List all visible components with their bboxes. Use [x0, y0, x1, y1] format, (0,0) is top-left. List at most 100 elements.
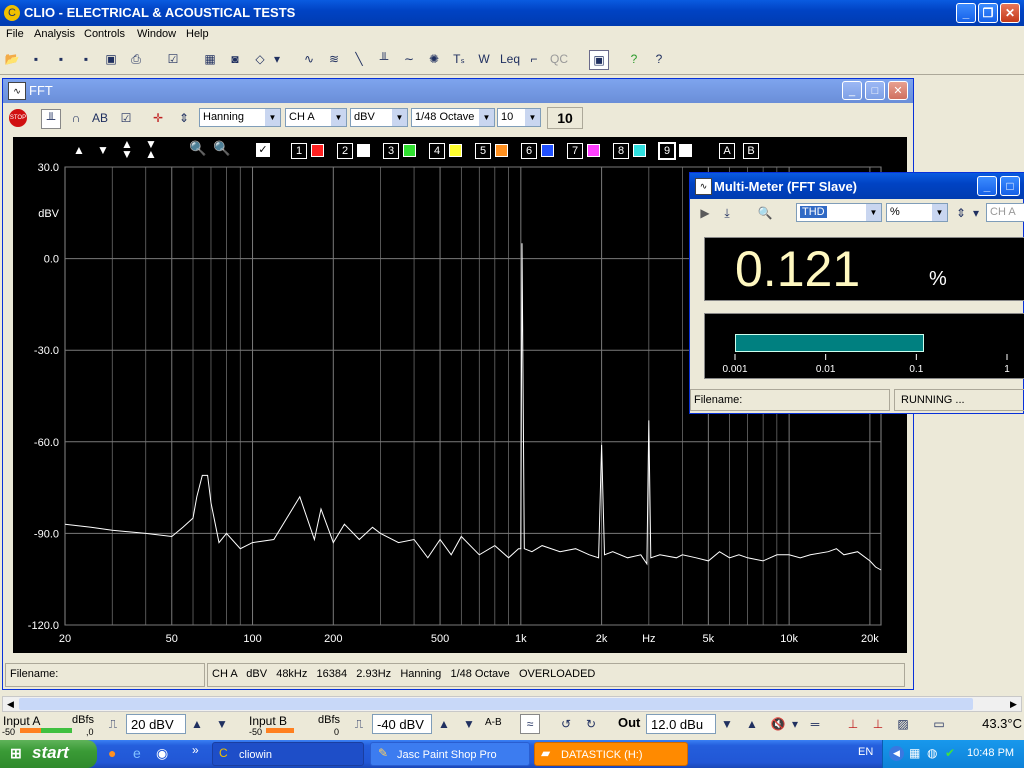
scroll-left-icon[interactable]: ◀: [3, 697, 18, 711]
menu-window[interactable]: Window: [137, 28, 176, 40]
copy-icon[interactable]: ▣: [102, 50, 120, 68]
ab-icon[interactable]: AB: [91, 109, 109, 127]
print-icon[interactable]: ⎙: [127, 50, 145, 68]
input-b-down-icon[interactable]: ▼: [460, 715, 478, 733]
image-icon[interactable]: ▨: [894, 715, 912, 733]
save-icon[interactable]: ▪: [27, 50, 45, 68]
a-minus-b-button[interactable]: A-B: [485, 717, 502, 728]
task-cliowin[interactable]: cliowin: [212, 742, 364, 766]
settings-check-icon[interactable]: ☑: [164, 50, 182, 68]
fft-icon[interactable]: ╨: [375, 50, 393, 68]
fft-filename-field: Filename:: [5, 663, 205, 687]
waveform-icon[interactable]: ∼: [400, 50, 418, 68]
input-a-up-icon[interactable]: ▲: [188, 715, 206, 733]
mute-icon[interactable]: 🔇: [769, 715, 787, 733]
generator-waveform-icon[interactable]: ≈: [520, 714, 540, 734]
ie-icon[interactable]: e: [133, 745, 141, 761]
start-button[interactable]: ⊞ start: [0, 740, 97, 768]
sinusoidal-icon[interactable]: ≋: [325, 50, 343, 68]
task-paintshop[interactable]: Jasc Paint Shop Pro: [370, 742, 530, 766]
measure-unit-select[interactable]: % ▼: [886, 203, 948, 222]
input-a-pulse-icon[interactable]: ⎍: [104, 715, 122, 733]
dropdown-arrow-icon[interactable]: ▾: [272, 50, 282, 68]
unit-select[interactable]: dBV ▼: [350, 108, 408, 127]
menu-analysis[interactable]: Analysis: [34, 28, 75, 40]
multimeter-maximize-button[interactable]: □: [1000, 176, 1020, 196]
security-icon[interactable]: ✔: [945, 746, 955, 760]
camera-icon[interactable]: ◙: [226, 50, 244, 68]
sweep-icon[interactable]: ╲: [350, 50, 368, 68]
window-function-select[interactable]: Hanning ▼: [199, 108, 281, 127]
phantom-icon[interactable]: ⊥: [844, 715, 862, 733]
channel-select[interactable]: CH A ▼: [285, 108, 347, 127]
eraser-icon[interactable]: ◇: [251, 50, 269, 68]
fft-bars-icon[interactable]: ╨: [41, 109, 61, 129]
save-as-icon[interactable]: ▪: [52, 50, 70, 68]
open-icon[interactable]: 📂: [3, 50, 21, 68]
film-icon[interactable]: ▦: [201, 50, 219, 68]
mls-icon[interactable]: ∿: [300, 50, 318, 68]
directivity-icon[interactable]: ✺: [425, 50, 443, 68]
averages-select[interactable]: 10 ▼: [497, 108, 541, 127]
fft-curve-icon[interactable]: ∩: [67, 109, 85, 127]
multimeter-icon[interactable]: ▣: [589, 50, 609, 70]
resolution-select[interactable]: 1/48 Octave ▼: [411, 108, 495, 127]
loop-left-icon[interactable]: ↺: [557, 715, 575, 733]
loop-right-icon[interactable]: ↻: [582, 715, 600, 733]
phantom-b-icon[interactable]: ⊥: [869, 715, 887, 733]
output-up-icon[interactable]: ▲: [743, 715, 761, 733]
media-icon[interactable]: ◉: [156, 745, 168, 762]
ts-icon[interactable]: Tₛ: [450, 50, 468, 68]
close-button[interactable]: ✕: [1000, 3, 1020, 23]
menu-file[interactable]: File: [6, 28, 24, 40]
battery-icon[interactable]: ▭: [930, 715, 948, 733]
multimeter-scale-label: 0.1: [909, 364, 923, 375]
multimeter-zoom-icon[interactable]: 🔍: [756, 204, 774, 222]
qc-icon[interactable]: QC: [550, 50, 568, 68]
balanced-icon[interactable]: ═: [806, 715, 824, 733]
export-icon[interactable]: ▪: [77, 50, 95, 68]
input-a-range-field[interactable]: 20 dBV: [126, 714, 186, 734]
firefox-icon[interactable]: ●: [108, 745, 116, 761]
language-indicator[interactable]: EN: [858, 746, 873, 758]
fft-settings-icon[interactable]: ☑: [117, 109, 135, 127]
output-level-field[interactable]: 12.0 dBu: [646, 714, 716, 734]
range-icon[interactable]: ⇕: [952, 204, 970, 222]
multimeter-channel-select[interactable]: CH A: [986, 203, 1024, 222]
input-a-down-icon[interactable]: ▼: [213, 715, 231, 733]
capture-icon[interactable]: ⤓: [718, 204, 736, 222]
input-b-range-field[interactable]: -40 dBV: [372, 714, 432, 734]
network-icon[interactable]: ▦: [909, 746, 920, 760]
task-datastick[interactable]: DATASTICK (H:): [534, 742, 688, 766]
fft-close-button[interactable]: ✕: [888, 81, 908, 100]
scroll-right-icon[interactable]: ▶: [1006, 697, 1021, 711]
fft-maximize-button[interactable]: □: [865, 81, 885, 100]
context-help-icon[interactable]: ?: [650, 50, 668, 68]
input-b-up-icon[interactable]: ▲: [435, 715, 453, 733]
menu-help[interactable]: Help: [186, 28, 209, 40]
scrollbar-thumb[interactable]: [19, 698, 973, 710]
range-dropdown-icon[interactable]: ▾: [971, 204, 981, 222]
tray-back-icon[interactable]: ◀: [889, 746, 904, 761]
step-icon[interactable]: ⌐: [525, 50, 543, 68]
multimeter-minimize-button[interactable]: _: [977, 176, 997, 196]
mute-dropdown-icon[interactable]: ▾: [790, 715, 800, 733]
leq-icon[interactable]: Leq: [500, 50, 520, 68]
restore-button[interactable]: ❐: [978, 3, 998, 23]
volume-icon[interactable]: ◍: [927, 746, 937, 760]
menu-controls[interactable]: Controls: [84, 28, 125, 40]
wf-icon[interactable]: W: [475, 50, 493, 68]
output-down-icon[interactable]: ▼: [718, 715, 736, 733]
horizontal-scrollbar[interactable]: ◀ ▶: [2, 696, 1022, 712]
measure-select[interactable]: THD ▼: [796, 203, 882, 222]
help-icon[interactable]: ?: [625, 50, 643, 68]
quicklaunch-more-icon[interactable]: »: [192, 743, 199, 757]
play-icon[interactable]: ▶: [696, 204, 714, 222]
fft-title-bar: ∿ FFT _ □ ✕: [3, 79, 913, 103]
fft-minimize-button[interactable]: _: [842, 81, 862, 100]
input-b-pulse-icon[interactable]: ⎍: [350, 715, 368, 733]
minimize-button[interactable]: _: [956, 3, 976, 23]
cursor-icon[interactable]: ⇕: [175, 109, 193, 127]
stop-icon[interactable]: STOP: [9, 109, 27, 127]
marker-icon[interactable]: ✛: [149, 109, 167, 127]
